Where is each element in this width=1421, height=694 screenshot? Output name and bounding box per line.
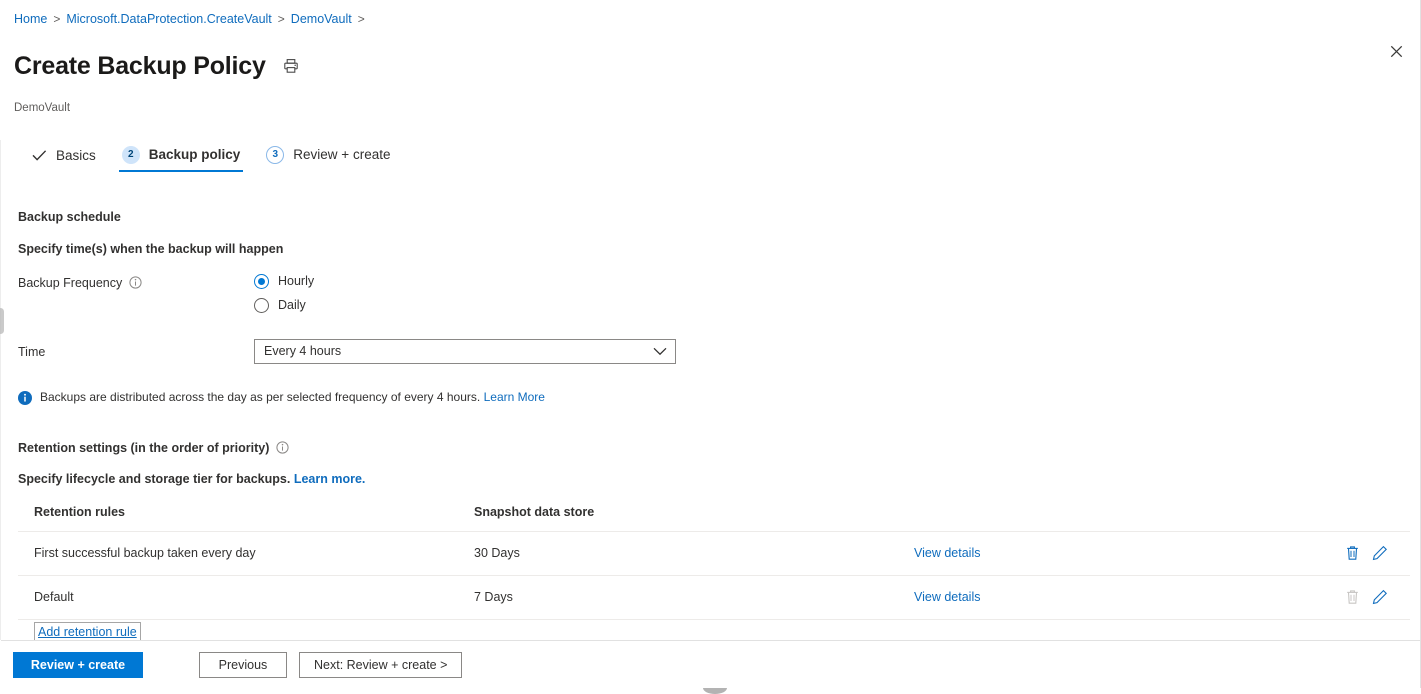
- info-icon[interactable]: [129, 276, 142, 289]
- cell-retention-rule: First successful backup taken every day: [18, 531, 458, 576]
- pencil-icon[interactable]: [1371, 589, 1388, 606]
- step-number-badge: 2: [121, 145, 140, 164]
- trash-icon[interactable]: [1344, 545, 1361, 562]
- breadcrumb-item-home[interactable]: Home: [14, 11, 47, 27]
- time-label: Time: [18, 345, 46, 359]
- time-field: Time Every 4 hours: [18, 338, 1421, 364]
- cell-view-details: View details: [898, 575, 1318, 620]
- column-header-snapshot-data-store: Snapshot data store: [458, 504, 898, 532]
- retention-table-body: First successful backup taken every day …: [18, 531, 1410, 620]
- radio-label-daily: Daily: [278, 298, 306, 312]
- table-row: Default 7 Days View details: [18, 575, 1410, 620]
- page-subtitle: DemoVault: [14, 101, 71, 114]
- radio-daily[interactable]: Daily: [254, 297, 314, 313]
- check-icon: [31, 148, 47, 164]
- row-actions: [1334, 545, 1388, 562]
- tab-label-backup-policy: Backup policy: [148, 147, 241, 162]
- chevron-down-icon: [653, 347, 667, 356]
- retention-table-head: Retention rules Snapshot data store: [18, 504, 1410, 532]
- breadcrumb-item-demovault[interactable]: DemoVault: [291, 11, 352, 27]
- close-icon[interactable]: [1383, 38, 1409, 64]
- schedule-info-text: Backups are distributed across the day a…: [40, 389, 481, 404]
- backup-frequency-label: Backup Frequency: [18, 275, 123, 290]
- form-content: Backup schedule Specify time(s) when the…: [0, 172, 1421, 689]
- wizard-tabs: Basics 2 Backup policy 3 Review + create: [0, 116, 1421, 172]
- breadcrumb-separator: >: [277, 12, 285, 26]
- tab-label-review-create: Review + create: [293, 147, 391, 162]
- cell-row-actions: [1318, 575, 1410, 620]
- radio-hourly[interactable]: Hourly: [254, 273, 315, 289]
- pencil-icon[interactable]: [1371, 545, 1388, 562]
- learn-more-link[interactable]: Learn More: [484, 390, 545, 404]
- trash-icon: [1344, 589, 1361, 606]
- breadcrumb: Home > Microsoft.DataProtection.CreateVa…: [0, 0, 1421, 27]
- time-dropdown[interactable]: Every 4 hours: [254, 338, 676, 364]
- schedule-info-text-wrap: Backups are distributed across the day a…: [40, 390, 545, 404]
- title-row: Create Backup Policy: [0, 27, 1421, 99]
- backup-frequency-label-wrap: Backup Frequency: [18, 274, 254, 290]
- cell-snapshot-data-store: 30 Days: [458, 531, 898, 576]
- radio-mark-daily: [254, 297, 269, 313]
- retention-settings-subtext: Specify lifecycle and storage tier for b…: [18, 471, 291, 486]
- column-header-retention-rules: Retention rules: [18, 504, 458, 532]
- table-row: First successful backup taken every day …: [18, 531, 1410, 576]
- retention-settings-subheading: Specify lifecycle and storage tier for b…: [18, 472, 1421, 486]
- radio-label-hourly: Hourly: [278, 274, 315, 288]
- backup-frequency-field: Backup Frequency Hourly Daily: [18, 273, 1421, 313]
- schedule-info-message: Backups are distributed across the day a…: [18, 390, 1421, 405]
- cell-row-actions: [1318, 531, 1410, 576]
- backup-frequency-radio-group: Hourly Daily: [254, 273, 315, 313]
- table-header-row: Retention rules Snapshot data store: [18, 504, 1410, 532]
- retention-settings-heading: Retention settings (in the order of prio…: [18, 440, 270, 455]
- retention-rules-table: Retention rules Snapshot data store Firs…: [18, 504, 1410, 620]
- retention-learn-more-link[interactable]: Learn more.: [294, 472, 366, 486]
- step-number-badge: 3: [266, 145, 285, 164]
- cell-view-details: View details: [898, 531, 1318, 576]
- backup-schedule-heading: Backup schedule: [18, 209, 121, 224]
- cell-snapshot-data-store: 7 Days: [458, 575, 898, 620]
- column-header-details: [898, 504, 1318, 532]
- review-create-button[interactable]: Review + create: [13, 651, 143, 678]
- backup-schedule-subheading: Specify time(s) when the backup will hap…: [18, 241, 284, 256]
- info-icon[interactable]: [276, 441, 290, 454]
- blade-footer: Review + create Previous Next: Review + …: [1, 640, 1420, 688]
- time-dropdown-value: Every 4 hours: [264, 344, 342, 358]
- printer-icon[interactable]: [280, 55, 302, 77]
- page-title: Create Backup Policy: [14, 51, 266, 80]
- tab-label-basics: Basics: [56, 148, 96, 163]
- view-details-link[interactable]: View details: [914, 546, 980, 560]
- time-label-wrap: Time: [18, 343, 254, 359]
- breadcrumb-separator: >: [53, 12, 61, 26]
- previous-button[interactable]: Previous: [199, 651, 287, 678]
- breadcrumb-separator: >: [357, 12, 365, 26]
- tab-review-create[interactable]: 3 Review + create: [253, 145, 403, 172]
- cell-retention-rule: Default: [18, 575, 458, 620]
- create-backup-policy-blade: Home > Microsoft.DataProtection.CreateVa…: [0, 0, 1421, 694]
- retention-settings-heading-wrap: Retention settings (in the order of prio…: [18, 441, 1421, 455]
- column-header-actions: [1318, 504, 1410, 532]
- next-review-create-button[interactable]: Next: Review + create >: [299, 651, 463, 678]
- breadcrumb-item-createvault[interactable]: Microsoft.DataProtection.CreateVault: [66, 11, 271, 27]
- info-filled-icon: [18, 390, 32, 405]
- tab-backup-policy[interactable]: 2 Backup policy: [109, 145, 254, 172]
- view-details-link[interactable]: View details: [914, 590, 980, 604]
- row-actions: [1334, 589, 1388, 606]
- radio-mark-hourly: [254, 273, 269, 289]
- tab-basics[interactable]: Basics: [18, 148, 109, 172]
